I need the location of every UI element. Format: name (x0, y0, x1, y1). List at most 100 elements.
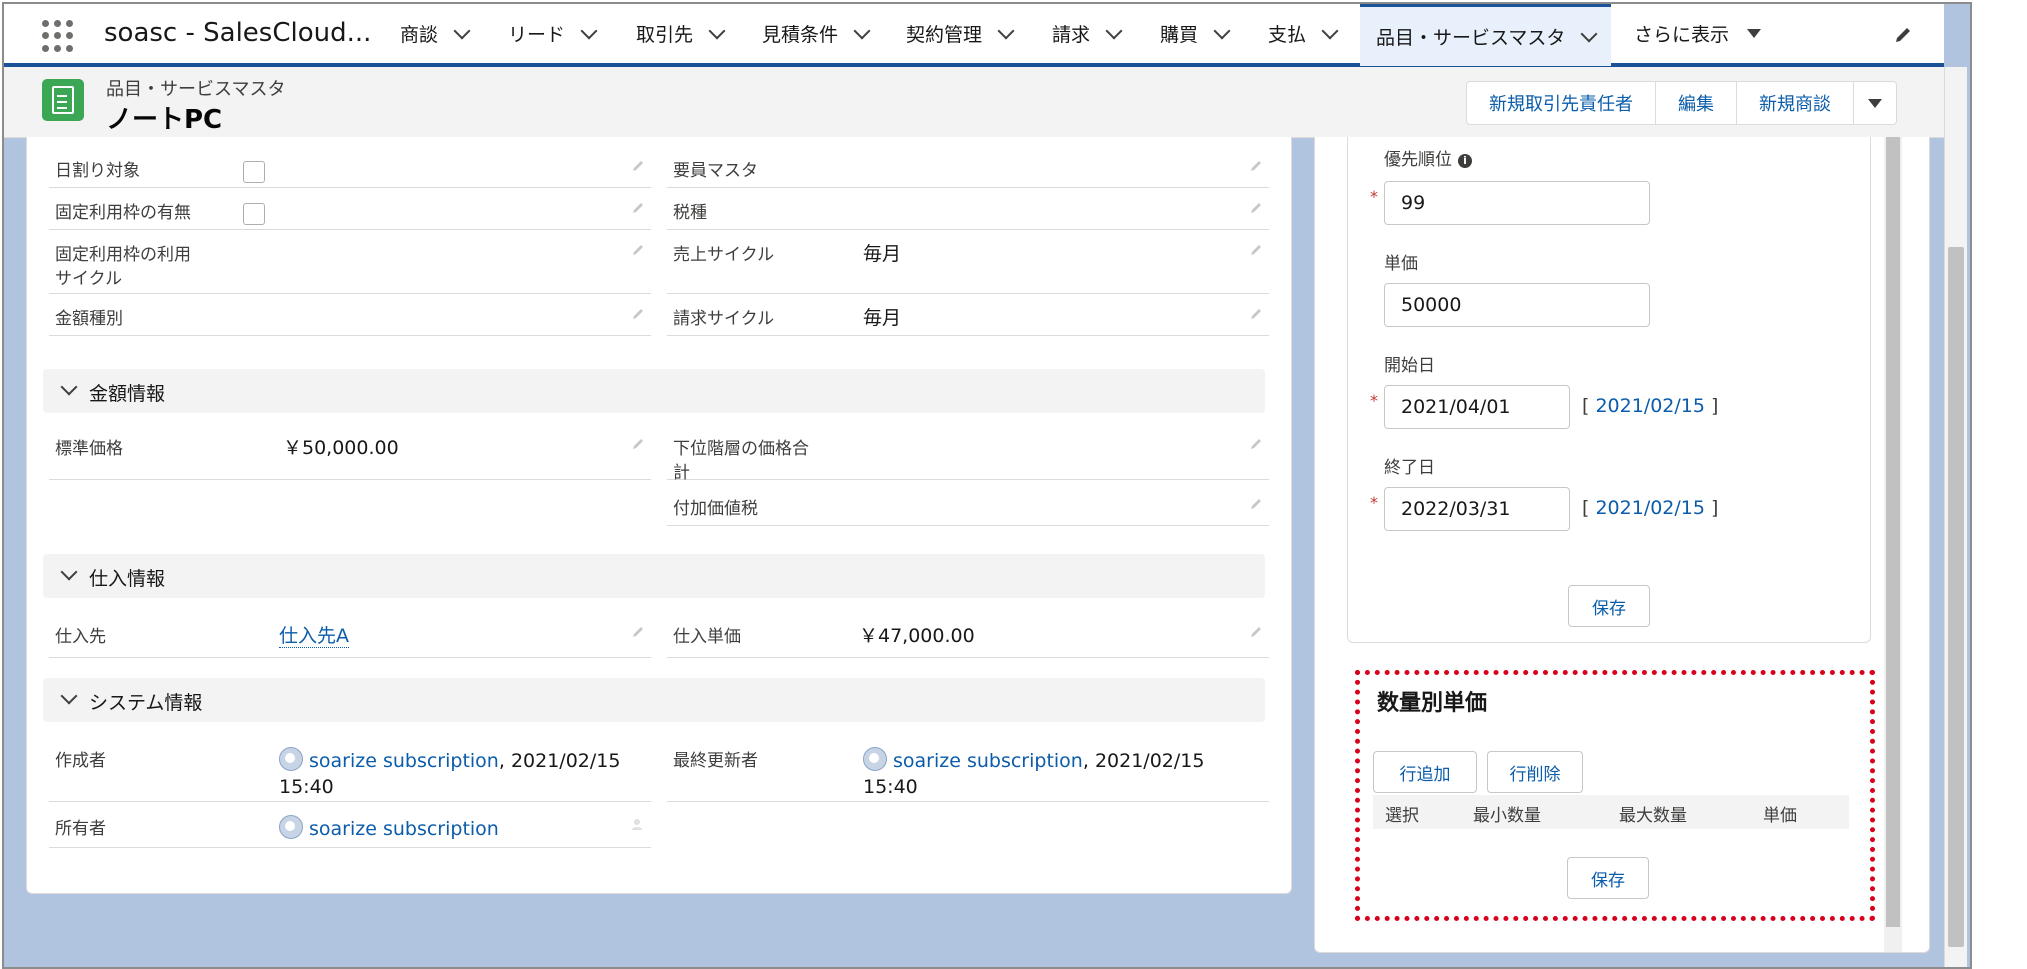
tab-leads[interactable]: リード (508, 4, 598, 63)
field-supplier: 仕入先 仕入先A (49, 613, 651, 658)
owner-user-link[interactable]: soarize subscription (309, 818, 499, 840)
change-owner-icon[interactable] (631, 817, 645, 831)
tab-quote-terms[interactable]: 見積条件 (762, 4, 871, 63)
chevron-down-icon[interactable] (1321, 22, 1339, 39)
chevron-down-icon[interactable] (708, 22, 726, 39)
tab-payments[interactable]: 支払 (1268, 4, 1339, 63)
priority-label-text: 優先順位 (1384, 150, 1452, 170)
inline-edit-icon[interactable] (1249, 159, 1263, 173)
field-tax-type: 税種 (667, 189, 1269, 230)
inline-edit-icon[interactable] (631, 307, 645, 321)
chevron-down-icon[interactable] (1105, 22, 1123, 39)
tab-label: 見積条件 (762, 24, 839, 46)
field-prorate: 日割り対象 (49, 147, 651, 188)
inline-edit-icon[interactable] (1249, 243, 1263, 257)
field-label-line-2: 計 (673, 463, 690, 483)
bracket-open: [ (1582, 497, 1590, 519)
tab-billing[interactable]: 請求 (1052, 4, 1123, 63)
start-today-date[interactable]: 2021/02/15 (1595, 395, 1705, 417)
tab-label: リード (508, 24, 566, 46)
chevron-down-icon[interactable] (453, 22, 471, 39)
edit-button[interactable]: 編集 (1656, 82, 1737, 124)
field-last-modified-by: 最終更新者 soarize subscription, 2021/02/15 15… (667, 737, 1269, 802)
section-system-header[interactable]: システム情報 (43, 678, 1265, 722)
inline-edit-icon[interactable] (1249, 625, 1263, 639)
inline-edit-icon[interactable] (631, 243, 645, 257)
object-type-label: 品目・サービスマスタ (106, 79, 286, 100)
price-edit-card: 優先順位 i * 99 単価 50000 開始日 * 2021/04/01 [ 2… (1347, 137, 1871, 643)
new-contact-button[interactable]: 新規取引先責任者 (1467, 82, 1656, 124)
created-date-part-2: 15:40 (279, 776, 334, 798)
inline-edit-icon[interactable] (631, 159, 645, 173)
priority-label: 優先順位 i (1384, 145, 1472, 170)
priority-input[interactable]: 99 (1384, 181, 1650, 225)
tab-label: 品目・サービスマスタ (1376, 27, 1566, 49)
inline-edit-icon[interactable] (1249, 497, 1263, 511)
field-label: 日割り対象 (55, 161, 140, 181)
tab-label: 支払 (1268, 24, 1307, 46)
price-save-button[interactable]: 保存 (1568, 585, 1650, 627)
edit-nav-pencil-icon[interactable] (1894, 26, 1912, 44)
info-icon[interactable]: i (1458, 154, 1472, 168)
field-value: 毎月 (863, 243, 902, 265)
tab-label: 請求 (1052, 24, 1091, 46)
inline-edit-icon[interactable] (631, 201, 645, 215)
inline-edit-icon[interactable] (1249, 201, 1263, 215)
inline-edit-icon[interactable] (631, 437, 645, 451)
app-launcher-icon[interactable] (42, 20, 74, 52)
tab-opportunities[interactable]: 商談 (400, 4, 471, 63)
start-date-input[interactable]: 2021/04/01 (1384, 385, 1570, 429)
tab-contracts[interactable]: 契約管理 (906, 4, 1015, 63)
start-today-link[interactable]: [ 2021/02/15 ] (1582, 395, 1718, 417)
chevron-down-icon[interactable] (997, 22, 1015, 39)
record-header: 品目・サービスマスタ ノートPC 新規取引先責任者 編集 新規商談 (4, 67, 1944, 138)
chevron-down-icon[interactable] (1213, 22, 1231, 39)
end-today-link[interactable]: [ 2021/02/15 ] (1582, 497, 1718, 519)
chevron-down-icon (60, 563, 78, 581)
tab-accounts[interactable]: 取引先 (636, 4, 726, 63)
inline-edit-icon[interactable] (631, 625, 645, 639)
field-value: ￥50,000.00 (283, 437, 399, 459)
panel-scrollbar-thumb[interactable] (1886, 137, 1900, 927)
page-scrollbar[interactable] (1944, 67, 1967, 967)
field-label: 売上サイクル (673, 245, 775, 265)
start-date-label: 開始日 (1384, 356, 1435, 376)
end-date-input[interactable]: 2022/03/31 (1384, 487, 1570, 531)
global-nav: soasc - SalesCloud... 商談 リード 取引先 見積条件 契約… (4, 4, 1944, 67)
highlight-annotation (1355, 670, 1875, 921)
tab-item-service-master[interactable]: 品目・サービスマスタ (1360, 4, 1612, 66)
field-label-line-1: 下位階層の価格合 (673, 439, 809, 459)
field-standard-price: 標準価格 ￥50,000.00 (49, 425, 651, 480)
tab-more[interactable]: さらに表示 (1634, 4, 1762, 63)
modified-by-user-link[interactable]: soarize subscription (893, 750, 1083, 772)
field-billing-cycle: 請求サイクル 毎月 (667, 295, 1269, 336)
tab-label: 契約管理 (906, 24, 983, 46)
created-by-user-link[interactable]: soarize subscription (309, 750, 499, 772)
header-actions: 新規取引先責任者 編集 新規商談 (1466, 81, 1897, 125)
user-avatar-icon (863, 747, 887, 771)
inline-edit-icon[interactable] (1249, 437, 1263, 451)
field-label: 税種 (673, 203, 707, 223)
more-actions-button[interactable] (1854, 82, 1896, 124)
field-label: 下位階層の価格合計 (673, 437, 809, 485)
tab-purchasing[interactable]: 購買 (1160, 4, 1231, 63)
section-amount-header[interactable]: 金額情報 (43, 369, 1265, 413)
field-label: 仕入単価 (673, 627, 741, 647)
prorate-checkbox (243, 161, 265, 183)
page-scrollbar-thumb[interactable] (1948, 247, 1964, 947)
new-opportunity-button[interactable]: 新規商談 (1737, 82, 1854, 124)
bracket-close: ] (1711, 395, 1719, 417)
field-label: 標準価格 (55, 439, 123, 459)
chevron-down-icon[interactable] (1580, 25, 1598, 42)
field-staff-master: 要員マスタ (667, 147, 1269, 188)
record-detail-card: 日割り対象 要員マスタ 固定利用枠の有無 税種 固定利用枠の利用 サイクル 売上サ… (26, 137, 1292, 894)
supplier-link[interactable]: 仕入先A (279, 625, 349, 648)
chevron-down-icon[interactable] (580, 22, 598, 39)
end-today-date[interactable]: 2021/02/15 (1595, 497, 1705, 519)
field-created-by: 作成者 soarize subscription, 2021/02/15 15:4… (49, 737, 651, 802)
chevron-down-icon[interactable] (853, 22, 871, 39)
panel-scrollbar[interactable] (1884, 137, 1902, 952)
inline-edit-icon[interactable] (1249, 307, 1263, 321)
unit-price-input[interactable]: 50000 (1384, 283, 1650, 327)
section-purchase-header[interactable]: 仕入情報 (43, 554, 1265, 598)
